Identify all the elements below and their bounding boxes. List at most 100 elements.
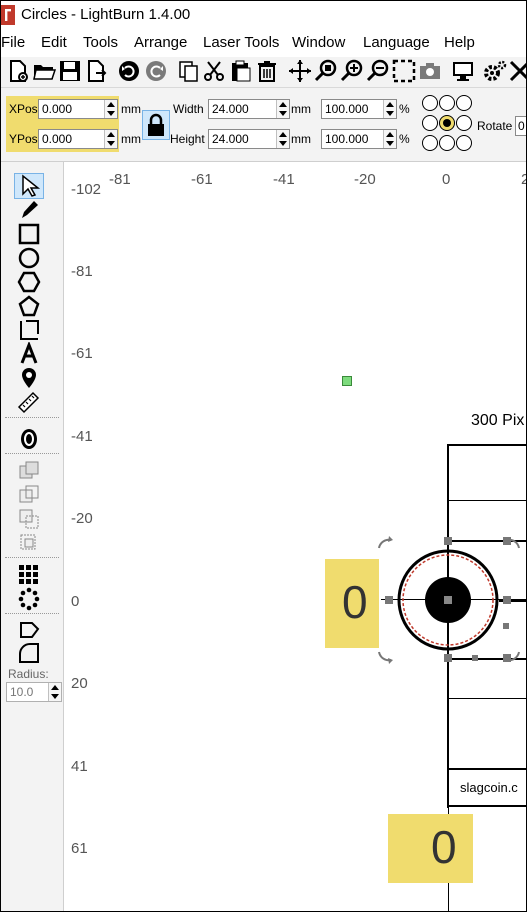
scale-width-spinner[interactable] bbox=[383, 100, 396, 118]
ruler-x-label: -61 bbox=[191, 171, 213, 188]
anchor-top-right[interactable] bbox=[456, 95, 472, 111]
xpos-spinner[interactable] bbox=[104, 100, 117, 118]
width-field[interactable] bbox=[208, 99, 290, 119]
subtract-icon bbox=[19, 509, 39, 529]
position-tool[interactable] bbox=[16, 366, 42, 390]
measure-tool[interactable] bbox=[16, 390, 42, 414]
anchor-middle-left[interactable] bbox=[422, 115, 438, 131]
grid-array-tool[interactable] bbox=[16, 563, 42, 587]
rotate-input[interactable] bbox=[516, 118, 526, 134]
camera-icon[interactable] bbox=[418, 59, 442, 83]
undo-icon[interactable] bbox=[117, 59, 141, 83]
ellipse-tool[interactable] bbox=[16, 246, 42, 270]
corner-radius-tool[interactable] bbox=[16, 641, 42, 665]
menu-file[interactable]: File bbox=[1, 34, 25, 51]
text-tool[interactable] bbox=[16, 340, 42, 366]
frame-tool[interactable] bbox=[16, 318, 42, 342]
tool-separator bbox=[5, 417, 59, 418]
cut-icon[interactable] bbox=[202, 59, 226, 83]
pentagon-tool[interactable] bbox=[16, 294, 42, 318]
open-folder-icon[interactable] bbox=[32, 59, 57, 83]
ruler-x-label: -20 bbox=[354, 171, 376, 188]
zoom-to-selection-icon[interactable] bbox=[392, 59, 416, 83]
offset-icon bbox=[21, 429, 37, 449]
radius-field[interactable] bbox=[6, 682, 62, 702]
zoom-to-page-icon[interactable] bbox=[314, 59, 338, 83]
ypos-field[interactable] bbox=[38, 129, 118, 149]
circular-array-tool[interactable] bbox=[16, 587, 42, 611]
boolean-subtract-tool[interactable] bbox=[16, 507, 42, 531]
menu-tools[interactable]: Tools bbox=[83, 34, 118, 51]
tool-separator bbox=[5, 557, 59, 558]
ruler-x-label: -81 bbox=[109, 171, 131, 188]
pencil-tool[interactable] bbox=[16, 198, 42, 222]
save-icon[interactable] bbox=[58, 59, 82, 83]
tool-separator bbox=[5, 453, 59, 454]
new-file-icon[interactable] bbox=[6, 59, 30, 83]
lock-ratio-button[interactable] bbox=[142, 110, 170, 140]
height-field[interactable] bbox=[208, 129, 290, 149]
ypos-input[interactable] bbox=[39, 131, 107, 147]
boolean-union-tool[interactable] bbox=[16, 483, 42, 507]
redo-icon[interactable] bbox=[144, 59, 168, 83]
anchor-bottom-left[interactable] bbox=[422, 135, 438, 151]
menu-help[interactable]: Help bbox=[444, 34, 475, 51]
anchor-top-center[interactable] bbox=[439, 95, 455, 111]
weld-icon bbox=[19, 461, 39, 479]
polygon-tool[interactable] bbox=[16, 270, 42, 294]
delete-icon[interactable] bbox=[255, 59, 279, 83]
boolean-intersect-tool[interactable] bbox=[16, 531, 42, 555]
selected-circle-shape[interactable] bbox=[371, 526, 527, 676]
scale-height-input[interactable] bbox=[322, 131, 386, 147]
circular-array-icon bbox=[18, 587, 40, 611]
menu-edit[interactable]: Edit bbox=[41, 34, 67, 51]
devices-icon[interactable] bbox=[451, 59, 475, 83]
anchor-bottom-center[interactable] bbox=[439, 135, 455, 151]
menu-window[interactable]: Window bbox=[292, 34, 345, 51]
menu-language[interactable]: Language bbox=[363, 34, 430, 51]
pentagon-icon bbox=[18, 295, 40, 317]
anchor-center[interactable] bbox=[439, 115, 455, 131]
select-tool[interactable] bbox=[14, 173, 44, 199]
ruler-y-label: 41 bbox=[71, 758, 88, 775]
page-grid-line bbox=[447, 768, 526, 770]
import-icon[interactable] bbox=[84, 59, 108, 83]
scale-width-input[interactable] bbox=[322, 101, 386, 117]
zoom-in-icon[interactable] bbox=[340, 59, 364, 83]
paste-icon[interactable] bbox=[229, 59, 253, 83]
copy-icon[interactable] bbox=[177, 59, 201, 83]
rectangle-tool[interactable] bbox=[16, 222, 42, 246]
height-spinner[interactable] bbox=[276, 130, 289, 148]
menu-laser-tools[interactable]: Laser Tools bbox=[203, 34, 279, 51]
grid-array-icon bbox=[19, 565, 38, 584]
card-title: 300 Pix bbox=[471, 412, 525, 429]
weld-tool[interactable] bbox=[16, 459, 42, 483]
menu-arrange[interactable]: Arrange bbox=[134, 34, 187, 51]
rotate-field[interactable] bbox=[515, 116, 526, 136]
width-spinner[interactable] bbox=[276, 100, 289, 118]
intersect-icon bbox=[20, 534, 36, 550]
scale-height-spinner[interactable] bbox=[383, 130, 396, 148]
scale-height-field[interactable] bbox=[321, 129, 397, 149]
radius-spinner[interactable] bbox=[48, 683, 61, 701]
anchor-middle-right[interactable] bbox=[456, 115, 472, 131]
zero-label-bottom: 0 bbox=[431, 821, 457, 873]
ypos-spinner[interactable] bbox=[104, 130, 117, 148]
move-icon[interactable] bbox=[288, 59, 312, 83]
radius-input[interactable] bbox=[7, 684, 49, 700]
zoom-out-icon[interactable] bbox=[366, 59, 390, 83]
zero-label-left: 0 bbox=[342, 576, 368, 628]
ypos-unit: mm bbox=[121, 132, 141, 146]
xpos-field[interactable] bbox=[38, 99, 118, 119]
height-input[interactable] bbox=[209, 131, 277, 147]
anchor-bottom-right[interactable] bbox=[456, 135, 472, 151]
offset-tool[interactable] bbox=[16, 427, 42, 451]
anchor-top-left[interactable] bbox=[422, 95, 438, 111]
ruler-y-label: -81 bbox=[71, 263, 93, 280]
settings-icon[interactable] bbox=[483, 59, 507, 83]
tools-icon[interactable] bbox=[508, 59, 526, 83]
edit-nodes-tool[interactable] bbox=[16, 617, 42, 641]
scale-width-field[interactable] bbox=[321, 99, 397, 119]
xpos-input[interactable] bbox=[39, 101, 107, 117]
width-input[interactable] bbox=[209, 101, 277, 117]
